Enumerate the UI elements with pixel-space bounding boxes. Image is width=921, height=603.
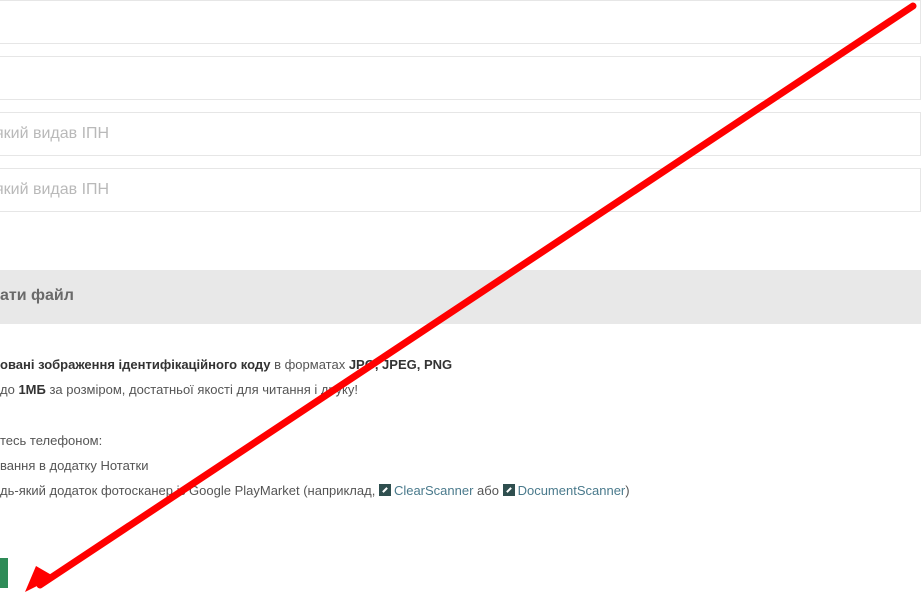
info-formats-mid: в форматах bbox=[270, 357, 349, 372]
form-field-4[interactable] bbox=[0, 168, 921, 212]
form-field-3[interactable] bbox=[0, 112, 921, 156]
info-scanner-pre: дь-який додаток фотосканер із Google Pla… bbox=[0, 483, 379, 498]
info-line-phone: тесь телефоном: bbox=[0, 433, 103, 448]
form-field-2[interactable] bbox=[0, 56, 921, 100]
clearscanner-link[interactable]: ClearScanner bbox=[394, 483, 474, 498]
info-scanner-post: ) bbox=[625, 483, 630, 498]
annotation-arrowhead bbox=[25, 566, 55, 592]
green-button-edge[interactable] bbox=[0, 558, 8, 588]
text-input-3[interactable] bbox=[0, 113, 920, 155]
upload-file-label: ати файл bbox=[0, 287, 74, 304]
info-line-notes: вання в додатку Нотатки bbox=[0, 458, 149, 473]
info-size-pre: до bbox=[0, 382, 19, 397]
info-size-post: за розміром, достатньої якості для читан… bbox=[45, 382, 358, 397]
info-line-size: до 1МБ за розміром, достатньої якості дл… bbox=[0, 381, 358, 399]
documentscanner-link[interactable]: DocumentScanner bbox=[518, 483, 626, 498]
text-input-2[interactable] bbox=[0, 57, 920, 99]
info-size-bold: 1МБ bbox=[18, 382, 46, 397]
info-formats-bold: овані зображення ідентифікаційного коду bbox=[0, 357, 271, 372]
upload-file-button[interactable]: ати файл bbox=[0, 270, 921, 324]
ipn-issuer-input[interactable] bbox=[0, 169, 920, 211]
info-line-scanner: дь-який додаток фотосканер із Google Pla… bbox=[0, 482, 630, 500]
form-field-1[interactable] bbox=[0, 0, 921, 44]
external-link-icon bbox=[502, 484, 515, 496]
external-link-icon bbox=[378, 484, 391, 496]
info-formats-list: JPG, JPEG, PNG bbox=[348, 357, 453, 372]
text-input-1[interactable] bbox=[0, 1, 920, 43]
info-line-formats: овані зображення ідентифікаційного коду … bbox=[0, 356, 452, 374]
info-scanner-mid: або bbox=[473, 483, 503, 498]
